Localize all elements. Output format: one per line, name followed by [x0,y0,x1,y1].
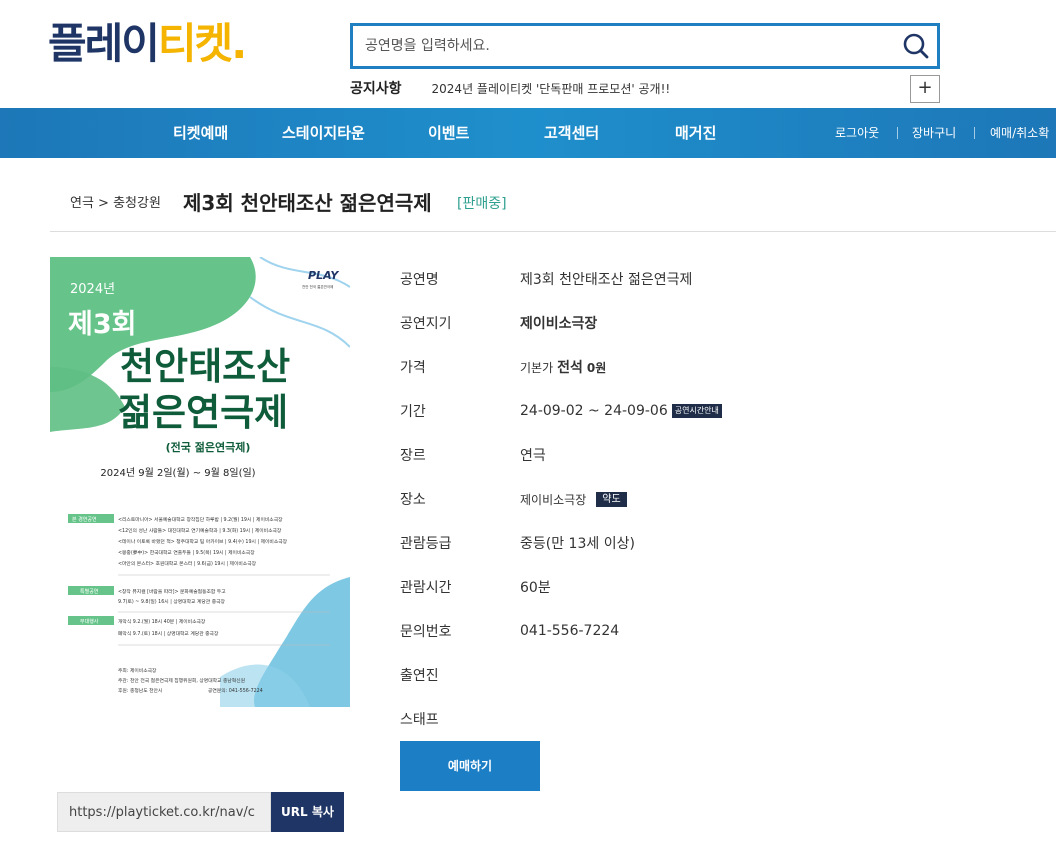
info-label: 장르 [400,448,426,464]
notice-bar: 공지사항 2024년 플레이티켓 '단독판매 프로모션' 공개!! [350,78,670,98]
poster-program-line: <테이나 이토록 바랬던 적> 청주대학교 팀 아카이브 | 9.4(수) 19… [118,538,288,545]
venue-text: 제이비소극장 [520,492,587,507]
info-label: 출연진 [400,668,439,684]
info-label: 관람시간 [400,580,452,596]
page-title: 제3회 천안태조산 젊은연극제 [183,191,432,215]
search-input[interactable] [353,26,883,66]
logo-text-accent: 티켓 [157,19,233,68]
util-divider [897,127,898,139]
poster-image: 2024년 제3회 천안태조산 젊은연극제 (전국 젊은연극제) 2024년 9… [50,257,350,707]
status-badge: [판매중] [457,196,507,212]
info-label: 가격 [400,360,426,376]
nav-item-magazine[interactable]: 매거진 [675,108,716,158]
poster-title-line1: 천안태조산 [120,345,290,388]
info-label: 스태프 [400,712,439,728]
poster-credit-line: 공연문의: 041-556-7224 [208,687,263,694]
period-text: 24-09-02 ~ 24-09-06 [520,403,668,419]
poster-subtitle: (전국 젊은연극제) [166,440,251,454]
poster-section-tag: 본 경연공연 [72,516,97,523]
logo-text-primary: 플레이 [48,19,160,68]
info-value: 제3회 천안태조산 젊은연극제 [520,272,693,288]
poster-section-tag: 부대행사 [80,618,99,625]
poster-program-line: <몽중(夢中)> 한국대학교 연출두들 | 9.5(목) 19시 | 제이비소극… [118,549,255,556]
info-label: 장소 [400,492,426,508]
nav-item-ticket[interactable]: 티켓예매 [173,108,228,158]
poster-program-line: <창작 뮤지컬 [바람을 따라]> 문화예술협동조합 두고 [118,588,226,595]
util-divider [974,127,975,139]
booking-link[interactable]: 예매/취소확 [990,108,1049,158]
map-button[interactable]: 약도 [596,491,627,507]
poster-program-line: 9.7(토) ~ 9.8(일) 16시 | 상명대학교 계당관 중극장 [118,598,226,605]
info-label: 공연명 [400,272,439,288]
poster-program-line: 개막식 9.2.(월) 18시 40분 | 제이비소극장 [118,618,206,625]
info-value: 60분 [520,580,551,596]
cart-link[interactable]: 장바구니 [912,108,956,158]
poster-program-line: <마안의 몬스터> 호원대학교 몬스터 | 9.6(금) 19시 | 제이비소극… [118,560,257,567]
url-copy-button[interactable]: URL 복사 [271,792,344,832]
poster-credit-line: 주관: 천안 전국 젊은연극제 집행위원회, 상명대학교 충남혁신원 [118,677,245,684]
poster-program-line: 폐막식 9.7.(토) 18시 | 상명대학교 계당관 중극장 [118,630,219,637]
search-bar [350,23,940,69]
search-icon [903,33,929,59]
site-logo[interactable]: 플레이 티켓. [48,18,247,70]
poster-credit-line: 주최: 제이비소극장 [118,667,157,674]
notice-label: 공지사항 [350,81,402,97]
info-value: 중등(만 13세 이상) [520,536,635,552]
nav-item-support[interactable]: 고객센터 [544,108,599,158]
info-value: 041-556-7224 [520,623,620,639]
url-field-wrapper [57,792,271,832]
logout-link[interactable]: 로그아웃 [835,108,879,158]
info-value: 제이비소극장 약도 [520,491,627,508]
notice-link[interactable]: 2024년 플레이티켓 '단독판매 프로모션' 공개!! [432,80,671,97]
price-seat: 전석 [557,360,583,376]
info-label: 공연지기 [400,316,452,332]
poster-title-line2: 젊은연극제 [118,391,288,434]
info-value: 24-09-02 ~ 24-09-06 공연시간안내 [520,403,722,419]
info-value: 연극 [520,448,546,464]
poster-brand-sub: 천안 전국 젊은연극제 [302,284,333,289]
poster-brand-logo: PLAY [308,269,339,282]
poster-edition: 제3회 [68,309,136,340]
breadcrumb: 연극 > 충청강원 [70,196,161,211]
poster-section-tag: 특별공연 [80,588,99,595]
price-prefix: 기본가 [520,360,554,375]
poster-year: 2024년 [70,282,115,297]
info-label: 문의번호 [400,624,452,640]
divider [50,231,1056,232]
search-button[interactable] [901,31,931,61]
logo-dot: . [231,19,247,68]
notice-more-button[interactable]: + [910,75,940,103]
info-value: 기본가 전석 0원 [520,357,606,377]
url-field[interactable] [58,793,270,831]
poster-credit-line: 후원: 충청남도 천안시 [118,687,162,694]
poster-program-line: <12인의 성난 사람들> 대진대학교 연기예술학과 | 9.3(화) 19시 … [118,527,282,534]
poster-program-line: <리스토마니아> 서울예술대학교 창작집단 하루밤 | 9.2(월) 19시 |… [118,516,283,523]
nav-item-event[interactable]: 이벤트 [428,108,469,158]
poster-dates: 2024년 9월 2일(월) ~ 9월 8일(일) [100,467,255,479]
info-label: 기간 [400,404,426,420]
info-value: 제이비소극장 [520,316,598,332]
info-label: 관람등급 [400,536,452,552]
nav-item-stagetown[interactable]: 스테이지타운 [282,108,365,158]
main-nav: 티켓예매 스테이지타운 이벤트 고객센터 매거진 로그아웃 장바구니 예매/취소… [0,108,1056,158]
price-amount: 0원 [586,360,607,375]
showtime-info-button[interactable]: 공연시간안내 [671,404,722,418]
reserve-button[interactable]: 예매하기 [400,741,540,791]
